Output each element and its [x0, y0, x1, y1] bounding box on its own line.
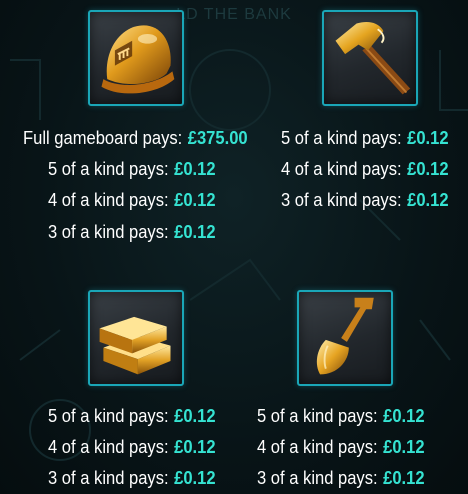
pay-value: £0.12: [407, 159, 449, 179]
pay-label: 3 of a kind pays:: [48, 468, 169, 488]
pay-value: £0.12: [174, 406, 216, 426]
pay-value: £0.12: [174, 159, 216, 179]
gold-hammer-icon: [322, 10, 418, 106]
pay-label: 5 of a kind pays:: [48, 159, 169, 179]
pay-label: 3 of a kind pays:: [281, 190, 402, 210]
pay-value: £0.12: [407, 190, 449, 210]
pay-row: 5 of a kind pays: £0.12: [48, 404, 216, 428]
pay-label: 3 of a kind pays:: [48, 222, 169, 242]
pay-label: 5 of a kind pays:: [257, 406, 378, 426]
pay-label: 4 of a kind pays:: [48, 190, 169, 210]
pay-value: £0.12: [174, 437, 216, 457]
pay-label: 4 of a kind pays:: [48, 437, 169, 457]
pay-value: £0.12: [407, 128, 449, 148]
pay-label: 3 of a kind pays:: [257, 468, 378, 488]
pay-value: £0.12: [383, 468, 425, 488]
pay-row: 4 of a kind pays: £0.12: [257, 435, 425, 459]
pay-value: £0.12: [174, 190, 216, 210]
pay-row: 5 of a kind pays: £0.12: [257, 404, 425, 428]
pay-value: £0.12: [174, 222, 216, 242]
pay-value: £0.12: [383, 437, 425, 457]
pay-label: 4 of a kind pays:: [281, 159, 402, 179]
gold-bars-icon: [88, 290, 184, 386]
pay-row: 4 of a kind pays: £0.12: [48, 435, 216, 459]
pay-label: 5 of a kind pays:: [281, 128, 402, 148]
gold-shovel-icon: [297, 290, 393, 386]
pay-row: 5 of a kind pays: £0.12: [48, 157, 216, 181]
pay-label: 5 of a kind pays:: [48, 406, 169, 426]
pay-value: £0.12: [383, 406, 425, 426]
pay-row: 4 of a kind pays: £0.12: [48, 188, 216, 212]
pay-row: 3 of a kind pays: £0.12: [48, 466, 216, 490]
pay-row: 3 of a kind pays: £0.12: [257, 466, 425, 490]
gold-hard-hat-icon: [88, 10, 184, 106]
pay-value: £0.12: [174, 468, 216, 488]
pay-label: Full gameboard pays:: [23, 128, 183, 148]
pay-row: 5 of a kind pays: £0.12: [281, 126, 449, 150]
pay-label: 4 of a kind pays:: [257, 437, 378, 457]
pay-row: 3 of a kind pays: £0.12: [281, 188, 449, 212]
pay-row: 3 of a kind pays: £0.12: [48, 220, 216, 244]
pay-row: Full gameboard pays: £375.00: [23, 126, 248, 150]
pay-row: 4 of a kind pays: £0.12: [281, 157, 449, 181]
pay-value: £375.00: [187, 128, 248, 148]
